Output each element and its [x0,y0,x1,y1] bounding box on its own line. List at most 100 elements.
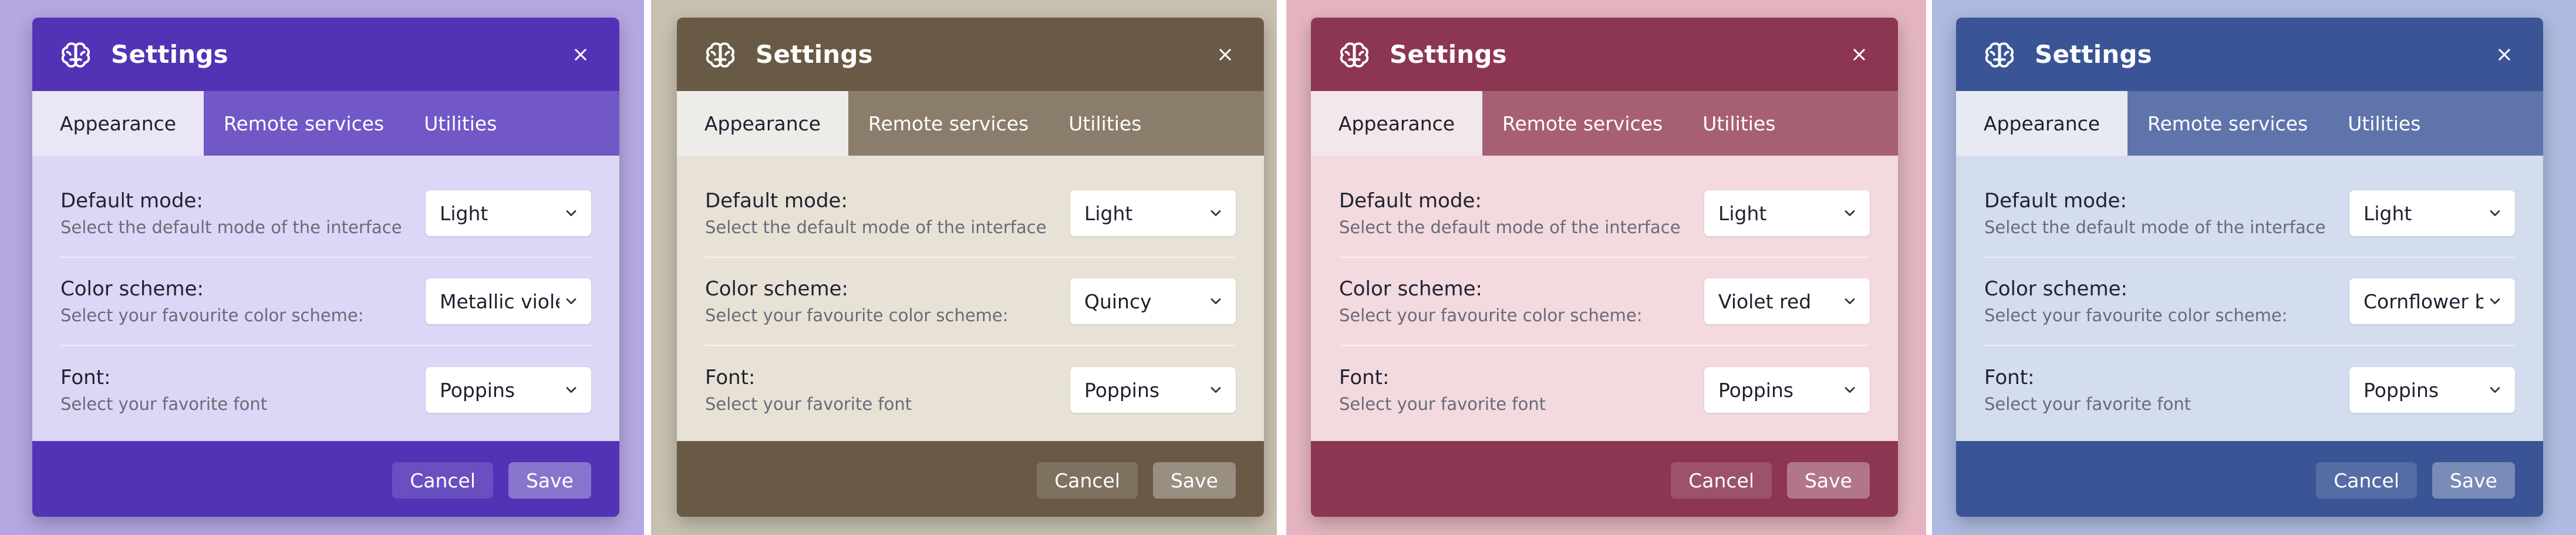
theme-preview-panel: Settings Appearance Remote services Util… [1932,0,2576,535]
tab-utilities[interactable]: Utilities [1048,91,1161,156]
chevron-down-icon [1208,205,1224,221]
dialog-header: Settings [1311,18,1898,91]
setting-label: Color scheme: [1339,277,1482,301]
setting-description: Select the default mode of the interface [705,217,1047,237]
settings-body: Default mode: Select the default mode of… [1956,156,2543,441]
close-icon [1853,48,1865,60]
setting-description: Select your favourite color scheme: [1984,305,2288,325]
theme-preview-panel: Settings Appearance Remote services Util… [651,0,1277,535]
default-mode-select[interactable]: Light [1704,190,1870,236]
settings-dialog: Settings Appearance Remote services Util… [677,18,1264,517]
settings-body: Default mode: Select the default mode of… [1311,156,1898,441]
setting-description: Select your favorite font [705,394,912,414]
setting-row-font: Font: Select your favorite font Poppins [60,346,591,434]
chevron-down-icon [1842,382,1858,398]
setting-row-color-scheme: Color scheme: Select your favourite colo… [1339,258,1870,346]
settings-tabs: Appearance Remote services Utilities [32,91,619,156]
dialog-header: Settings [677,18,1264,91]
chevron-down-icon [1842,205,1858,221]
close-button[interactable] [1212,42,1238,68]
tab-remote-services[interactable]: Remote services [1482,91,1683,156]
settings-tabs: Appearance Remote services Utilities [1956,91,2543,156]
setting-label: Default mode: [60,189,203,213]
setting-label: Font: [60,366,111,389]
tab-remote-services[interactable]: Remote services [848,91,1048,156]
setting-row-default-mode: Default mode: Select the default mode of… [60,170,591,258]
select-value: Light [1084,201,1133,225]
close-button[interactable] [568,42,594,68]
setting-label: Font: [1339,366,1390,389]
cancel-button[interactable]: Cancel [1037,462,1138,499]
setting-label: Default mode: [1984,189,2127,213]
setting-row-color-scheme: Color scheme: Select your favourite colo… [705,258,1236,346]
brain-icon [1337,37,1372,72]
dialog-title: Settings [111,40,228,69]
dialog-footer: Cancel Save [1956,441,2543,517]
setting-row-color-scheme: Color scheme: Select your favourite colo… [1984,258,2515,346]
select-value: Light [440,201,488,225]
brain-icon [58,37,93,72]
chevron-down-icon [563,293,579,309]
setting-row-color-scheme: Color scheme: Select your favourite colo… [60,258,591,346]
cancel-button[interactable]: Cancel [2316,462,2417,499]
cancel-button[interactable]: Cancel [392,462,493,499]
setting-row-default-mode: Default mode: Select the default mode of… [705,170,1236,258]
tab-appearance[interactable]: Appearance [677,91,848,156]
save-button[interactable]: Save [1786,462,1870,499]
settings-body: Default mode: Select the default mode of… [32,156,619,441]
setting-description: Select your favorite font [1984,394,2191,414]
color-scheme-select[interactable]: Violet red [1704,278,1870,324]
settings-body: Default mode: Select the default mode of… [677,156,1264,441]
font-select[interactable]: Poppins [1070,367,1236,413]
setting-row-font: Font: Select your favorite font Poppins [705,346,1236,434]
dialog-footer: Cancel Save [32,441,619,517]
tab-utilities[interactable]: Utilities [1683,91,1795,156]
tab-utilities[interactable]: Utilities [2328,91,2440,156]
font-select[interactable]: Poppins [426,367,591,413]
chevron-down-icon [2487,382,2503,398]
brain-icon [1982,37,2017,72]
select-value: Cornflower blue [2363,290,2483,313]
default-mode-select[interactable]: Light [2349,190,2515,236]
font-select[interactable]: Poppins [2349,367,2515,413]
setting-description: Select the default mode of the interface [1339,217,1681,237]
tab-appearance[interactable]: Appearance [1956,91,2127,156]
select-value: Light [2363,201,2412,225]
chevron-down-icon [1208,382,1224,398]
dialog-header: Settings [32,18,619,91]
tab-appearance[interactable]: Appearance [32,91,204,156]
cancel-button[interactable]: Cancel [1671,462,1772,499]
setting-label: Color scheme: [60,277,204,301]
default-mode-select[interactable]: Light [426,190,591,236]
dialog-title: Settings [1390,40,1507,69]
color-scheme-select[interactable]: Quincy [1070,278,1236,324]
color-scheme-select[interactable]: Cornflower blue [2349,278,2515,324]
setting-description: Select your favourite color scheme: [60,305,364,325]
save-button[interactable]: Save [508,462,591,499]
theme-preview-panel: Settings Appearance Remote services Util… [1286,0,1926,535]
select-value: Poppins [440,378,515,402]
tab-remote-services[interactable]: Remote services [2127,91,2328,156]
tab-utilities[interactable]: Utilities [404,91,517,156]
dialog-header: Settings [1956,18,2543,91]
close-button[interactable] [2491,42,2517,68]
chevron-down-icon [563,205,579,221]
settings-dialog: Settings Appearance Remote services Util… [32,18,619,517]
select-value: Violet red [1718,290,1812,313]
color-scheme-select[interactable]: Metallic violet [426,278,591,324]
select-value: Light [1718,201,1767,225]
tab-appearance[interactable]: Appearance [1311,91,1482,156]
setting-row-font: Font: Select your favorite font Poppins [1339,346,1870,434]
close-button[interactable] [1846,42,1872,68]
save-button[interactable]: Save [2432,462,2515,499]
tab-remote-services[interactable]: Remote services [204,91,404,156]
chevron-down-icon [2487,293,2503,309]
setting-description: Select your favorite font [60,394,268,414]
font-select[interactable]: Poppins [1704,367,1870,413]
settings-dialog: Settings Appearance Remote services Util… [1956,18,2543,517]
close-icon [2499,48,2510,60]
save-button[interactable]: Save [1152,462,1236,499]
settings-dialog: Settings Appearance Remote services Util… [1311,18,1898,517]
default-mode-select[interactable]: Light [1070,190,1236,236]
setting-label: Font: [705,366,756,389]
